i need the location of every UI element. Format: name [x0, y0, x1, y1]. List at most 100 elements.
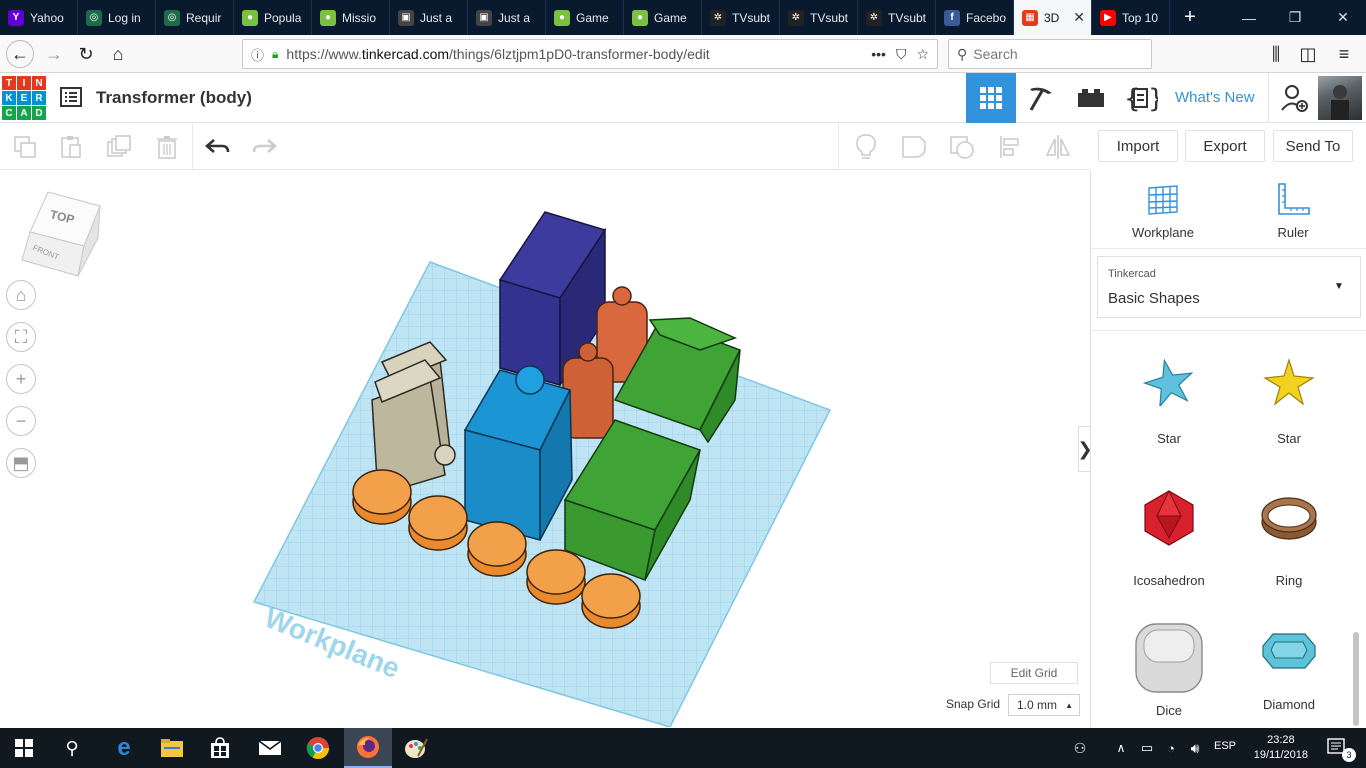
panel-divider [1091, 248, 1366, 249]
green-dot-icon: ● [554, 9, 570, 26]
user-avatar[interactable] [1318, 76, 1362, 120]
show-hidden-icons-chevron-icon[interactable]: ∧ [1108, 728, 1134, 768]
browser-tab[interactable]: Y Yahoo [0, 0, 78, 35]
paste-icon[interactable] [56, 132, 86, 162]
send-to-button[interactable]: Send To [1273, 130, 1353, 162]
browser-tab[interactable]: ◎ Log in [78, 0, 156, 35]
page-actions-icon[interactable]: ••• [871, 46, 886, 62]
browser-tab[interactable]: ▣ Just a [468, 0, 546, 35]
browser-tab[interactable]: ● Missio [312, 0, 390, 35]
browser-tab[interactable]: ● Game [624, 0, 702, 35]
snap-grid-select[interactable]: 1.0 mm ▲ [1008, 694, 1080, 716]
browser-tab[interactable]: ✲ TVsubt [780, 0, 858, 35]
library-icon[interactable]: ⫼ [1262, 40, 1290, 68]
volume-icon[interactable]: 🔊︎ [1182, 728, 1208, 768]
tinkercad-logo[interactable]: TIN KER CAD [2, 76, 46, 120]
bricks-icon[interactable] [1066, 73, 1116, 123]
browser-tab[interactable]: ✲ TVsubt [702, 0, 780, 35]
input-language[interactable]: ESP [1214, 740, 1236, 752]
orange-medallion[interactable] [408, 495, 468, 551]
notifications-icon[interactable]: 3 [1318, 728, 1358, 768]
home-icon[interactable]: ⌂ [104, 40, 132, 68]
orange-medallion[interactable] [581, 573, 641, 629]
copy-icon[interactable] [10, 132, 40, 162]
shape-library-select[interactable]: Tinkercad Basic Shapes ▼ [1097, 256, 1361, 318]
forward-arrow-icon[interactable]: → [40, 40, 68, 68]
reload-icon[interactable]: ↻ [72, 40, 100, 68]
menu-icon[interactable]: ≡ [1330, 40, 1358, 68]
network-icon[interactable]: ◔ [1158, 728, 1184, 768]
notes-shape-icon[interactable] [899, 132, 929, 162]
minimize-window-button[interactable]: ― [1226, 0, 1272, 35]
firefox-icon[interactable] [344, 728, 392, 768]
duplicate-icon[interactable] [104, 132, 134, 162]
browser-tab[interactable]: ✲ TVsubt [858, 0, 936, 35]
close-window-button[interactable]: ✕ [1320, 0, 1366, 35]
browser-tab[interactable]: ● Game [546, 0, 624, 35]
paint-icon[interactable] [392, 728, 440, 768]
search-field[interactable]: ⚲ Search [948, 39, 1152, 69]
battery-icon[interactable]: ▭ [1134, 728, 1160, 768]
browser-tab[interactable]: f Facebo [936, 0, 1014, 35]
align-icon[interactable] [995, 132, 1025, 162]
pickaxe-icon[interactable] [1016, 73, 1066, 123]
panel-collapse-chevron-icon[interactable]: ❯ [1077, 426, 1090, 472]
shape-tile-diamond[interactable]: Diamond [1229, 626, 1349, 712]
sidebar-icon[interactable]: ◫ [1294, 40, 1322, 68]
store-icon[interactable] [196, 728, 244, 768]
browser-tab[interactable]: ▶ Top 10 [1092, 0, 1170, 35]
orange-medallion[interactable] [467, 521, 527, 577]
new-tab-button[interactable]: + [1170, 0, 1210, 35]
youtube-icon: ▶ [1100, 9, 1116, 26]
export-button[interactable]: Export [1185, 130, 1265, 162]
3d-viewport[interactable]: TOP FRONT ⌂ ⛶ + − ⬒ Workplane Edit Grid … [0, 170, 1090, 727]
edge-browser-icon[interactable]: e [100, 728, 148, 768]
browser-tab[interactable]: ▣ Just a [390, 0, 468, 35]
info-icon[interactable]: ⓘ [251, 45, 264, 64]
group-icon[interactable] [947, 132, 977, 162]
shape-label: Ring [1275, 573, 1303, 588]
shape-label: Diamond [1262, 697, 1316, 712]
workplane-tool[interactable]: Workplane [1113, 182, 1213, 240]
shape-tile-dice[interactable]: Dice [1109, 620, 1229, 718]
mail-icon[interactable] [246, 728, 294, 768]
close-tab-icon[interactable]: ✕ [1073, 9, 1085, 26]
mirror-icon[interactable] [1043, 132, 1073, 162]
lightbulb-icon[interactable] [851, 132, 881, 162]
restore-window-button[interactable]: ❐ [1272, 0, 1318, 35]
url-bar[interactable]: ⓘ 🔒︎ https://www. tinkercad.com/things/6l… [242, 39, 938, 69]
code-blocks-icon[interactable]: {} [1116, 73, 1166, 123]
whats-new-link[interactable]: What's New [1175, 89, 1255, 106]
3d-view-grid-icon[interactable] [966, 73, 1016, 123]
shape-tile-star-yellow[interactable]: Star [1229, 356, 1349, 446]
orange-medallion[interactable] [352, 469, 412, 525]
import-button[interactable]: Import [1098, 130, 1178, 162]
browser-tab[interactable]: ▦ 3D ✕ [1014, 0, 1092, 35]
people-icon[interactable]: ⚇ [1062, 728, 1098, 768]
back-arrow-icon[interactable]: ← [6, 40, 34, 68]
shape-tile-icosahedron[interactable]: Icosahedron [1109, 488, 1229, 588]
orange-medallion[interactable] [526, 549, 586, 605]
undo-icon[interactable] [202, 132, 232, 162]
search-icon[interactable]: ⚲ [48, 728, 96, 768]
logo-letter: K [2, 91, 16, 105]
browser-tab[interactable]: ◎ Requir [156, 0, 234, 35]
panel-scrollbar[interactable] [1353, 632, 1359, 726]
tan-ball[interactable] [434, 444, 456, 466]
delete-icon[interactable] [152, 132, 182, 162]
windows-start-icon[interactable] [0, 728, 48, 768]
browser-tab[interactable]: ● Popula [234, 0, 312, 35]
redo-icon[interactable] [250, 132, 280, 162]
add-user-icon[interactable] [1268, 73, 1318, 123]
shape-tile-ring[interactable]: Ring [1229, 488, 1349, 588]
chrome-icon[interactable] [294, 728, 342, 768]
file-explorer-icon[interactable] [148, 728, 196, 768]
ruler-tool[interactable]: Ruler [1243, 182, 1343, 240]
edit-grid-button[interactable]: Edit Grid [990, 662, 1078, 684]
taskbar-clock[interactable]: 23:28 19/11/2018 [1254, 733, 1308, 763]
bookmark-star-icon[interactable]: ☆ [916, 46, 929, 63]
design-list-icon[interactable] [60, 87, 82, 107]
pocket-icon[interactable]: ⛉ [896, 46, 907, 63]
shape-tile-star-blue[interactable]: Star [1109, 356, 1229, 446]
design-title[interactable]: Transformer (body) [96, 88, 252, 108]
